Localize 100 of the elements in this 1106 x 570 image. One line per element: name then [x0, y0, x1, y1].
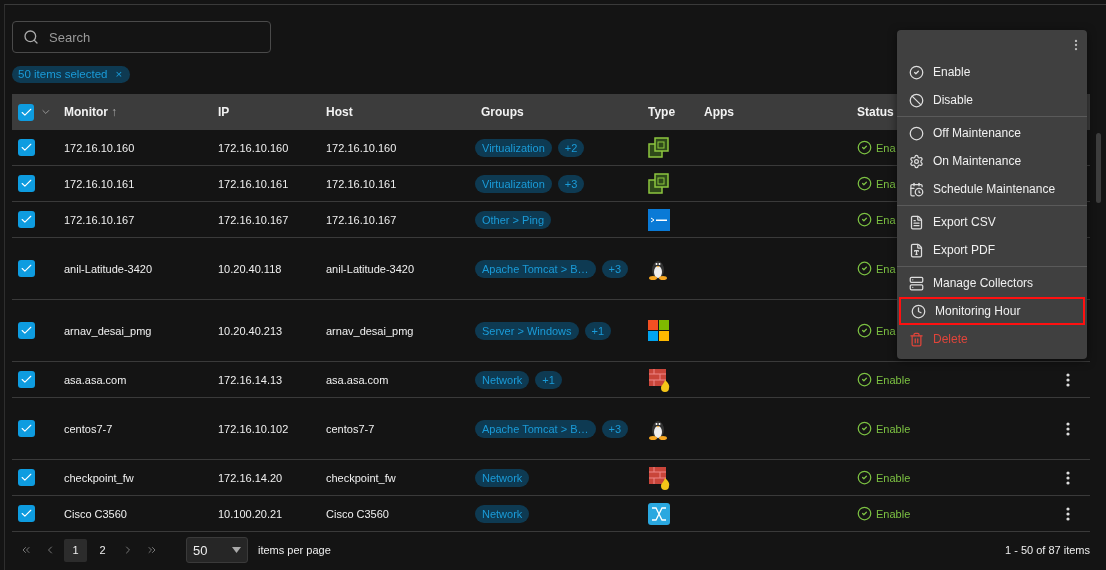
row-checkbox[interactable]: [18, 211, 35, 228]
page-size-label: items per page: [258, 544, 331, 556]
check-circle-icon: [857, 261, 872, 276]
circle-icon: [909, 125, 924, 141]
search-icon: [23, 29, 39, 45]
table-cell-text: asa.asa.com: [63, 373, 128, 386]
status-label: Ena: [876, 324, 896, 337]
group-tag: Network: [475, 504, 530, 523]
check-icon: [20, 141, 33, 154]
status-label: Enable: [876, 373, 911, 386]
menu-item[interactable]: Manage Collectors: [897, 269, 1087, 297]
clock-icon: [911, 303, 926, 319]
chip-label: 50 items selected: [18, 68, 108, 80]
column-header[interactable]: IP: [206, 105, 314, 119]
group-tag: Server > Windows: [475, 321, 579, 340]
menu-item[interactable]: On Maintenance: [897, 147, 1087, 175]
page-button[interactable]: 1: [64, 538, 87, 562]
table-cell-text: Cisco C3560: [325, 507, 390, 520]
table-cell-text: 10.20.40.118: [217, 262, 283, 275]
table-cell-text: checkpoint_fw: [63, 471, 135, 484]
table-cell-text: centos7-7: [325, 422, 376, 435]
group-tag: Apache Tomcat > B…: [475, 259, 596, 278]
table-cell-text: arnav_desai_pmg: [63, 324, 153, 337]
row-checkbox[interactable]: [18, 420, 35, 437]
group-tag: Virtualization: [475, 174, 552, 193]
menu-item[interactable]: Monitoring Hour: [899, 297, 1085, 325]
row-checkbox[interactable]: [18, 139, 35, 156]
stacked-squares-icon: [648, 136, 670, 159]
check-icon: [20, 471, 33, 484]
menu-item[interactable]: Export PDF: [897, 236, 1087, 264]
row-checkbox[interactable]: [18, 469, 35, 486]
check-circle-icon: [857, 176, 872, 191]
menu-item[interactable]: Disable: [897, 86, 1087, 114]
column-header[interactable]: Apps: [692, 105, 845, 119]
status-label: Ena: [876, 177, 896, 190]
status-label: Enable: [876, 422, 911, 435]
table-cell-text: centos7-7: [63, 422, 114, 435]
column-header[interactable]: Groups: [469, 105, 636, 119]
menu-item[interactable]: Enable: [897, 58, 1087, 86]
check-icon: [20, 422, 33, 435]
search-field[interactable]: Search: [12, 21, 271, 53]
check-circle-icon: [857, 506, 872, 521]
group-tag: Other > Ping: [475, 210, 552, 229]
ban-icon: [909, 92, 924, 108]
page-button[interactable]: 2: [91, 538, 114, 562]
document-icon: [909, 242, 924, 258]
table-cell-text: Cisco C3560: [63, 507, 128, 520]
caret-icon: [232, 547, 241, 553]
menu-item[interactable]: Off Maintenance: [897, 119, 1087, 147]
table-cell-text: 172.16.10.161: [217, 177, 290, 190]
firewall-icon: [648, 465, 672, 490]
stacked-squares-icon: [648, 172, 670, 195]
page-size-dropdown[interactable]: 50: [186, 537, 248, 563]
windows-icon: [648, 319, 670, 342]
table-cell-text: 172.16.10.160: [217, 141, 290, 154]
menu-item[interactable]: Export CSV: [897, 208, 1087, 236]
table-cell-text: 172.16.10.167: [325, 213, 398, 226]
select-all-checkbox[interactable]: [18, 103, 35, 121]
more-icon: [1065, 470, 1070, 485]
row-checkbox[interactable]: [18, 505, 35, 522]
settings-icon: [909, 153, 924, 169]
table-cell-text: anil-Latitude-3420: [325, 262, 416, 275]
row-checkbox[interactable]: [18, 260, 35, 277]
row-checkbox[interactable]: [18, 175, 35, 192]
group-tag: Apache Tomcat > B…: [475, 419, 596, 438]
item-count: 1 - 50 of 87 items: [1005, 544, 1090, 556]
table-cell-text: 172.16.14.13: [217, 373, 284, 386]
row-checkbox[interactable]: [18, 371, 35, 388]
group-tag: Network: [475, 370, 530, 389]
table-cell-text: 10.100.20.21: [217, 507, 284, 520]
table-cell-text: 172.16.14.20: [217, 471, 284, 484]
more-icon: [1065, 506, 1070, 521]
column-header[interactable]: Type: [636, 105, 692, 119]
group-tag: +3: [601, 259, 629, 278]
check-circle-icon: [857, 323, 872, 338]
table-cell-text: 172.16.10.160: [325, 141, 398, 154]
check-icon: [20, 324, 33, 337]
menu-item[interactable]: Schedule Maintenance: [897, 175, 1087, 203]
group-tag: +1: [584, 321, 612, 340]
server-icon: [909, 275, 924, 291]
table-cell-text: 172.16.10.167: [217, 213, 290, 226]
table-cell-text: asa.asa.com: [325, 373, 390, 386]
check-circle-icon: [857, 421, 872, 436]
status-label: Ena: [876, 213, 896, 226]
group-tag: +2: [557, 138, 585, 157]
first-page-icon: [20, 544, 32, 556]
sort-indicator: ↑: [111, 105, 117, 119]
scrollbar[interactable]: [1096, 133, 1101, 203]
column-header[interactable]: Host: [314, 105, 469, 119]
check-icon: [20, 177, 33, 190]
table-cell-text: anil-Latitude-3420: [63, 262, 154, 275]
check-circle-icon: [909, 64, 924, 80]
table-cell-text: 172.16.10.161: [63, 177, 136, 190]
trash-icon: [909, 331, 924, 347]
last-page-icon: [146, 544, 158, 556]
clear-selection-button[interactable]: ×: [115, 68, 123, 80]
row-checkbox[interactable]: [18, 322, 35, 339]
column-header[interactable]: Monitor ↑: [52, 105, 206, 119]
status-label: Enable: [876, 507, 911, 520]
check-circle-icon: [857, 372, 872, 387]
